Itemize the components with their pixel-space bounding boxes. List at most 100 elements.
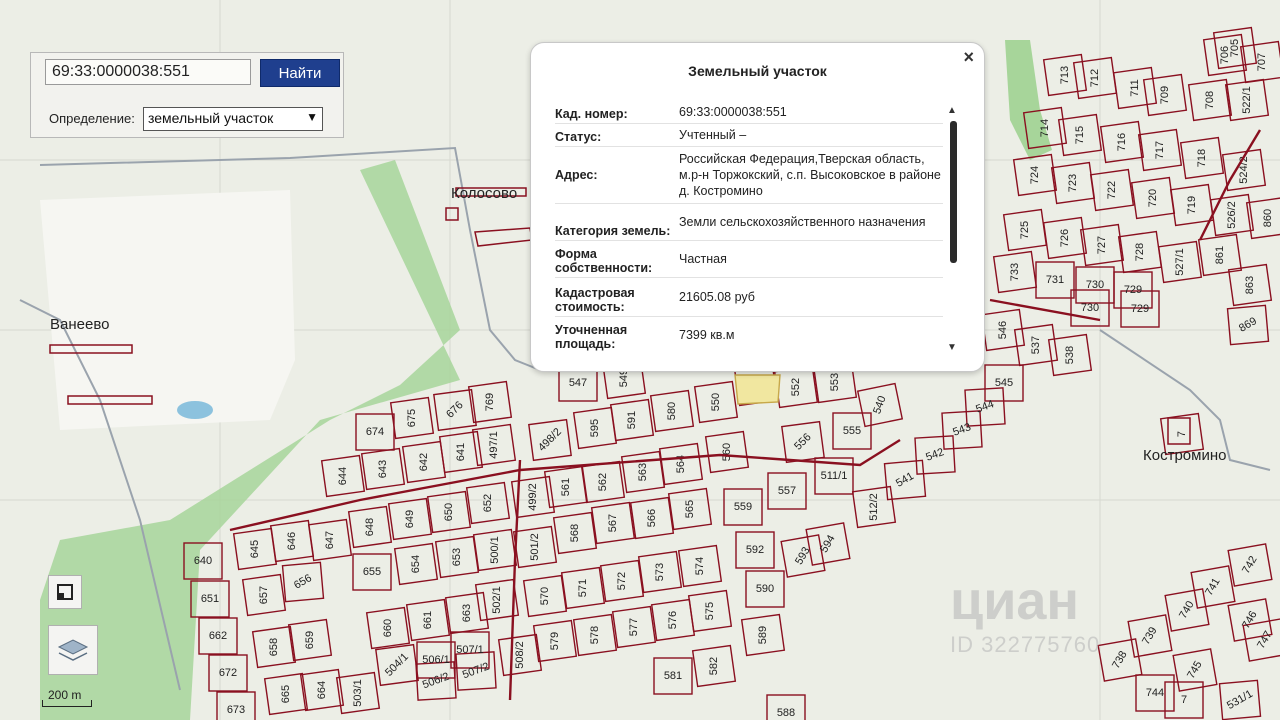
definition-label: Определение: (49, 111, 135, 126)
parcel-number: 644 (337, 467, 349, 485)
parcel-number: 660 (382, 619, 394, 637)
scroll-thumb[interactable] (950, 121, 957, 263)
parcel-number: 511/1 (821, 470, 848, 482)
scroll-down-icon[interactable]: ▼ (947, 342, 957, 353)
parcel-number: 861 (1214, 246, 1226, 264)
parcel-number: 729 (1124, 284, 1142, 296)
parcel-number: 647 (324, 531, 336, 549)
parcel-number: 499/2 (527, 483, 539, 511)
parcel-number: 557 (778, 485, 796, 497)
info-row-land-category: Категория земель: Земли сельскохозяйстве… (555, 204, 943, 241)
parcel-number: 527/1 (1174, 248, 1186, 276)
info-value: 7399 кв.м (679, 328, 735, 342)
parcel-number: 595 (589, 419, 601, 437)
parcel-number: 648 (364, 518, 376, 536)
find-button[interactable]: Найти (260, 59, 340, 87)
layers-button[interactable] (48, 625, 98, 675)
parcel-number: 567 (607, 514, 619, 532)
white-area (40, 190, 295, 430)
parcel-number: 723 (1067, 174, 1079, 192)
info-key: Форма собственности: (555, 247, 653, 275)
fullscreen-button[interactable] (48, 575, 82, 609)
parcel-number: 592 (746, 544, 764, 556)
parcel-number: 575 (704, 602, 716, 620)
parcel-number: 546 (997, 321, 1009, 339)
parcel-number: 733 (1009, 263, 1021, 281)
info-row-address: Адрес: Российская Федерация,Тверская обл… (555, 147, 943, 204)
parcel-number: 705 (1229, 39, 1241, 57)
place-label-vaneevo: Ванеево (50, 316, 110, 333)
watermark: циан ID 322775760 (950, 570, 1100, 658)
parcel-number: 641 (455, 443, 467, 461)
parcel-number: 526/2 (1226, 201, 1238, 229)
info-row-cadastral-value: Кадастровая стоимость: 21605.08 руб (555, 278, 943, 317)
parcel-number: 590 (756, 583, 774, 595)
info-key: Статус: (555, 130, 602, 144)
scroll-up-icon[interactable]: ▲ (947, 105, 957, 116)
selected-parcel[interactable] (734, 374, 781, 405)
info-row-status: Статус: Учтенный – (555, 124, 943, 147)
parcel-number: 713 (1059, 66, 1071, 84)
parcel-number: 582 (708, 657, 720, 675)
parcel-number: 507/1 (456, 644, 484, 656)
watermark-id: ID 322775760 (950, 632, 1101, 657)
definition-select[interactable]: земельный участок ▼ (143, 107, 323, 131)
cadastral-search-input[interactable] (45, 59, 251, 85)
parcel-number: 655 (363, 566, 381, 578)
parcel-number: 562 (597, 473, 609, 491)
parcel-number: 581 (664, 670, 682, 682)
parcel-number: 658 (268, 638, 280, 656)
parcel-number: 7 (1176, 431, 1188, 437)
popup-scrollbar[interactable]: ▲ ▼ (947, 105, 959, 353)
info-row-cad-number: Кад. номер: 69:33:0000038:551 (555, 101, 943, 124)
parcel-number: 500/1 (489, 536, 501, 564)
parcel-number: 572 (616, 572, 628, 590)
parcel-number: 497/1 (488, 431, 500, 459)
parcel-number: 654 (410, 555, 422, 573)
parcel-number: 642 (418, 453, 430, 471)
parcel-number: 579 (549, 632, 561, 650)
parcel-number: 537 (1030, 336, 1042, 354)
parcel-number: 560 (721, 443, 733, 461)
info-row-ownership: Форма собственности: Частная (555, 241, 943, 278)
info-key: Кад. номер: (555, 107, 628, 121)
parcel-number: 574 (694, 557, 706, 575)
info-key: Категория земель: (555, 224, 671, 238)
parcel-number: 722 (1106, 181, 1118, 199)
scale-bar (42, 700, 92, 707)
parcel-number: 591 (626, 411, 638, 429)
parcel-number: 719 (1186, 196, 1198, 214)
parcel-number: 672 (219, 667, 237, 679)
parcel-number: 559 (734, 501, 752, 513)
parcel-number: 659 (304, 631, 316, 649)
parcel-number: 729 (1131, 303, 1149, 315)
place-label-kolosovo: Колосово (451, 185, 518, 202)
parcel-number: 675 (406, 409, 418, 427)
watermark-logo: циан (950, 571, 1080, 631)
parcel-number: 506/1 (422, 654, 450, 666)
parcel-number: 664 (316, 681, 328, 699)
pond (177, 401, 213, 419)
parcel-number: 860 (1262, 209, 1274, 227)
parcel-number: 717 (1154, 141, 1166, 159)
parcel-number: 643 (377, 460, 389, 478)
parcel-number: 561 (560, 478, 572, 496)
popup-info-table: Кад. номер: 69:33:0000038:551 Статус: Уч… (555, 101, 943, 353)
parcel-number: 674 (366, 426, 384, 438)
parcel-number: 571 (577, 579, 589, 597)
parcel-number: 573 (654, 563, 666, 581)
parcel-number: 7 (1181, 694, 1187, 706)
parcel-number: 550 (710, 393, 722, 411)
parcel-number: 522/1 (1241, 86, 1253, 114)
parcel-number: 570 (539, 587, 551, 605)
parcel-number: 731 (1046, 274, 1064, 286)
parcel-info-popup: × Земельный участок Кад. номер: 69:33:00… (530, 42, 985, 372)
info-value: Земли сельскохозяйственного назначения (679, 215, 926, 229)
parcel-number: 673 (227, 704, 245, 716)
parcel-number: 649 (404, 510, 416, 528)
info-value: Учтенный – (679, 128, 747, 142)
parcel-number: 545 (995, 377, 1013, 389)
parcel-number: 650 (443, 503, 455, 521)
parcel-number: 708 (1204, 91, 1216, 109)
parcel-number: 661 (422, 611, 434, 629)
